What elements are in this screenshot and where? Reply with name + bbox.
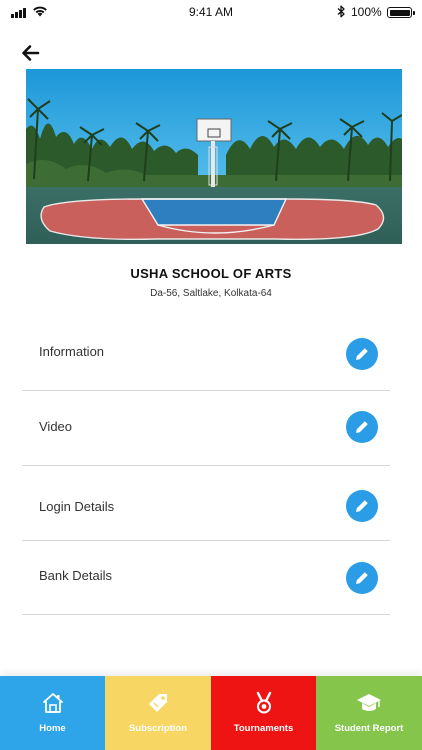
school-cover-image [26,69,402,244]
edit-bank-details-button[interactable] [346,562,378,594]
nav-tab-student-report[interactable]: Student Report [316,676,422,750]
medal-icon [256,691,271,714]
menu-item-label: Information [39,344,105,359]
divider [22,465,390,466]
battery-icon [387,7,415,18]
pencil-icon [356,348,368,360]
pencil-icon [356,421,368,433]
nav-tab-tournaments[interactable]: Tournaments [211,676,316,750]
graduation-cap-icon [357,694,381,711]
nav-tab-label: Tournaments [233,723,294,734]
nav-tab-subscription[interactable]: Subscription [105,676,211,750]
edit-video-button[interactable] [346,411,378,443]
school-name: USHA SCHOOL OF ARTS [130,266,292,281]
back-arrow-icon[interactable] [18,40,44,66]
menu-item-label: Login Details [39,499,115,514]
nav-tab-label: Student Report [334,723,404,734]
pencil-icon [356,572,368,584]
menu-item-login-details[interactable]: Login Details [22,490,390,541]
menu-item-label: Bank Details [39,568,112,583]
bluetooth-icon [337,5,345,18]
divider [22,614,390,615]
home-icon [42,693,63,713]
menu-item-information[interactable]: Information [22,338,390,391]
pencil-icon [356,500,368,512]
edit-login-details-button[interactable] [346,490,378,522]
divider [22,390,390,391]
status-bar: 9:41 AM 100% [0,0,422,24]
bottom-navigation: Home Subscription Tournaments Student Re… [0,676,422,750]
school-address: Da-56, Saltlake, Kolkata-64 [150,288,272,299]
menu-item-label: Video [39,419,73,434]
divider [22,540,390,541]
edit-information-button[interactable] [346,338,378,370]
menu-item-bank-details[interactable]: Bank Details [22,562,390,615]
nav-tab-label: Subscription [128,723,188,734]
menu-item-video[interactable]: Video [22,411,390,466]
tag-icon [149,694,167,712]
nav-tab-home[interactable]: Home [0,676,105,750]
nav-tab-label: Home [39,723,66,734]
battery-percentage: 100% [351,5,382,19]
